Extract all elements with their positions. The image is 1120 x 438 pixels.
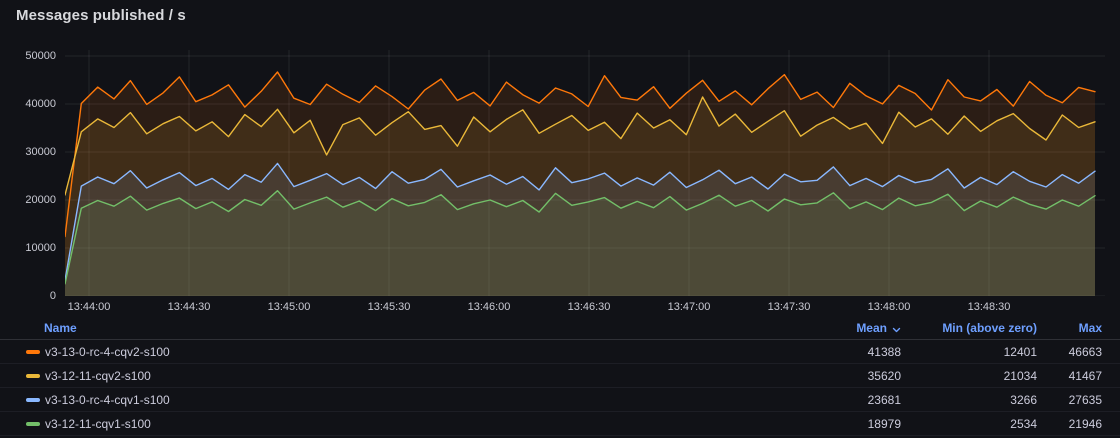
series-name: v3-13-0-rc-4-cqv2-s100	[45, 345, 170, 359]
panel-title[interactable]: Messages published / s	[16, 7, 186, 24]
series-min-value: 2534	[901, 417, 1037, 431]
x-tick-label: 13:45:00	[268, 301, 311, 313]
chevron-down-icon	[892, 327, 901, 333]
x-axis: 13:44:00 13:44:30 13:45:00 13:45:30 13:46:00…	[0, 301, 1120, 317]
series-max-value: 21946	[1037, 417, 1102, 431]
series-min-value: 12401	[901, 345, 1037, 359]
x-tick-label: 13:46:30	[568, 301, 611, 313]
series-color-swatch	[26, 422, 40, 426]
legend-header-max[interactable]: Max	[1037, 321, 1102, 335]
x-tick-label: 13:47:00	[668, 301, 711, 313]
series-color-swatch	[26, 374, 40, 378]
legend-header-row: Name Mean Min (above zero) Max	[0, 316, 1120, 340]
legend-header-mean-label: Mean	[856, 321, 887, 335]
legend-series-toggle[interactable]: v3-12-11-cqv1-s100	[26, 417, 791, 431]
y-tick-label: 50000	[0, 49, 56, 63]
y-tick-label: 20000	[0, 193, 56, 207]
series-min-value: 21034	[901, 369, 1037, 383]
legend-series-toggle[interactable]: v3-13-0-rc-4-cqv2-s100	[26, 345, 791, 359]
series-max-value: 27635	[1037, 393, 1102, 407]
x-tick-label: 13:48:30	[968, 301, 1011, 313]
series-name: v3-12-11-cqv1-s100	[45, 417, 151, 431]
legend-row: v3-13-0-rc-4-cqv2-s100 41388 12401 46663	[0, 340, 1120, 364]
x-tick-label: 13:48:00	[868, 301, 911, 313]
x-tick-label: 13:47:30	[768, 301, 811, 313]
x-tick-label: 13:45:30	[368, 301, 411, 313]
series-max-value: 41467	[1037, 369, 1102, 383]
legend-table: Name Mean Min (above zero) Max v3-13-0-r…	[0, 316, 1120, 436]
series-min-value: 3266	[901, 393, 1037, 407]
series-mean-value: 41388	[791, 345, 901, 359]
legend-header-name[interactable]: Name	[26, 321, 791, 335]
series-max-value: 46663	[1037, 345, 1102, 359]
series-mean-value: 18979	[791, 417, 901, 431]
y-tick-label: 40000	[0, 97, 56, 111]
y-tick-label: 30000	[0, 145, 56, 159]
series-name: v3-12-11-cqv2-s100	[45, 369, 151, 383]
legend-row: v3-12-11-cqv1-s100 18979 2534 21946	[0, 412, 1120, 436]
legend-row: v3-13-0-rc-4-cqv1-s100 23681 3266 27635	[0, 388, 1120, 412]
y-tick-label: 10000	[0, 241, 56, 255]
series-name: v3-13-0-rc-4-cqv1-s100	[45, 393, 170, 407]
series-color-swatch	[26, 350, 40, 354]
legend-header-mean[interactable]: Mean	[791, 321, 901, 335]
x-tick-label: 13:44:30	[168, 301, 211, 313]
series-color-swatch	[26, 398, 40, 402]
x-tick-label: 13:46:00	[468, 301, 511, 313]
plot-area[interactable]	[65, 46, 1105, 296]
legend-series-toggle[interactable]: v3-13-0-rc-4-cqv1-s100	[26, 393, 791, 407]
legend-header-min[interactable]: Min (above zero)	[901, 321, 1037, 335]
x-tick-label: 13:44:00	[68, 301, 111, 313]
legend-series-toggle[interactable]: v3-12-11-cqv2-s100	[26, 369, 791, 383]
legend-row: v3-12-11-cqv2-s100 35620 21034 41467	[0, 364, 1120, 388]
panel-messages-published: Messages published / s 01000020000300004…	[0, 0, 1120, 438]
series-mean-value: 23681	[791, 393, 901, 407]
series-mean-value: 35620	[791, 369, 901, 383]
